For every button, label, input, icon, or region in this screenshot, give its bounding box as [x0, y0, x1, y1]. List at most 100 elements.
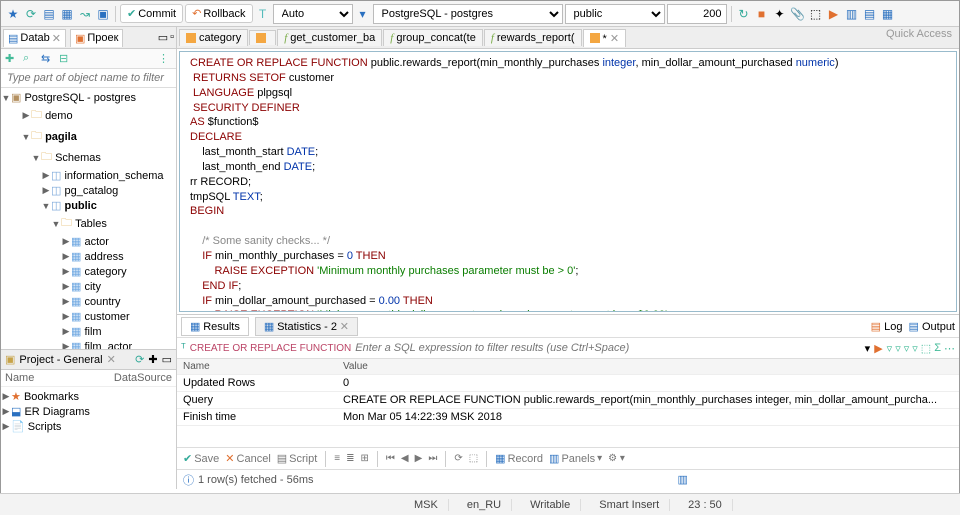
proj-refresh-icon[interactable]: ⟳ [135, 353, 144, 366]
tree-node[interactable]: ▶🗀 demo [1, 105, 176, 126]
results-filter-input[interactable] [355, 342, 860, 354]
ficon7[interactable]: ⋯ [944, 342, 955, 355]
tree-node[interactable]: ▼▣ PostgreSQL - postgres [1, 90, 176, 105]
editor-tab[interactable]: category [179, 29, 248, 46]
link-icon[interactable]: ↝ [77, 6, 93, 22]
editor-tab[interactable]: * ✕ [583, 29, 627, 47]
editor-tab[interactable] [249, 30, 276, 45]
tree-node[interactable]: ▶▦ address [1, 249, 176, 264]
chart-icon[interactable]: ▥ [678, 473, 688, 486]
collapse-icon[interactable]: ⊟ [59, 52, 73, 66]
ficon5[interactable]: ⬚ [921, 342, 931, 355]
tree-node[interactable]: ▼🗀 pagila [1, 126, 176, 147]
prev-page-icon[interactable]: ◀ [401, 453, 409, 464]
edit3-icon[interactable]: ⊞ [361, 453, 369, 464]
tree-node[interactable]: ▶▦ country [1, 294, 176, 309]
close-panel-icon[interactable]: ▫ [170, 31, 174, 44]
filter-icon[interactable]: ⌕ [23, 52, 37, 66]
sync-icon[interactable]: ⇆ [41, 52, 55, 66]
ficon6[interactable]: Σ [934, 342, 941, 355]
tree-node[interactable]: ▶▦ city [1, 279, 176, 294]
log-button[interactable]: ▤ Log [871, 320, 903, 333]
editor-tab[interactable]: fgroup_concat(te [383, 29, 483, 46]
expand-icon[interactable]: ⬚ [808, 6, 824, 22]
er-diagrams-node[interactable]: ▶⬓ ER Diagrams [1, 404, 176, 419]
txmode-select[interactable]: Auto [273, 4, 353, 24]
tree-node[interactable]: ▶◫ information_schema [1, 168, 176, 183]
col-name[interactable]: Name [177, 359, 337, 375]
sql-icon[interactable]: ▣ [95, 6, 111, 22]
table-row[interactable]: QueryCREATE OR REPLACE FUNCTION public.r… [177, 392, 959, 409]
gear-icon[interactable]: ⚙ ▾ [608, 453, 625, 464]
sql-editor[interactable]: CREATE OR REPLACE FUNCTION public.reward… [179, 51, 957, 312]
last-page-icon[interactable]: ⏭ [428, 453, 437, 464]
tree-filter-input[interactable] [1, 69, 176, 88]
scripts-node[interactable]: ▶📄 Scripts [1, 419, 176, 434]
edit2-icon[interactable]: ≣ [346, 453, 354, 464]
newconn-icon[interactable]: ✚ [5, 52, 19, 66]
tree-node[interactable]: ▶▦ actor [1, 234, 176, 249]
script-button[interactable]: ▤Script [277, 452, 318, 465]
cancel-button[interactable]: ✕Cancel [225, 452, 270, 465]
filter-history-icon[interactable]: ▾ [865, 342, 871, 355]
tree-node[interactable]: ▼◫ public [1, 198, 176, 213]
bookmarks-node[interactable]: ▶★ Bookmarks [1, 389, 176, 404]
first-page-icon[interactable]: ⏮ [386, 453, 395, 464]
layout3-icon[interactable]: ▦ [880, 6, 896, 22]
tree-node[interactable]: ▼🗀 Schemas [1, 147, 176, 168]
col-value[interactable]: Value [337, 359, 959, 375]
refresh-icon[interactable]: ⟳ [23, 6, 39, 22]
tree-node[interactable]: ▶▦ category [1, 264, 176, 279]
quick-access-link[interactable]: Quick Access [884, 26, 954, 42]
status-insert: Smart Insert [589, 499, 670, 511]
output-button[interactable]: ▤ Output [909, 320, 956, 333]
record-button[interactable]: ▦Record [495, 452, 543, 465]
proj-min-icon[interactable]: ▭ [162, 353, 172, 366]
tab-results[interactable]: ▦ Results [181, 317, 249, 336]
tab-database[interactable]: ▤Datab✕ [3, 29, 66, 47]
filter-clear-icon[interactable]: ▶ [874, 342, 882, 355]
table-row[interactable]: Finish timeMon Mar 05 14:22:39 MSK 2018 [177, 409, 959, 426]
commit-button[interactable]: ✔Commit [120, 4, 183, 23]
save-button[interactable]: ✔Save [183, 452, 219, 465]
filter-apply-icon[interactable]: ᵀ [181, 342, 186, 354]
table-row[interactable]: Updated Rows0 [177, 375, 959, 392]
menu-icon[interactable]: ⋮ [158, 52, 172, 66]
tree-node[interactable]: ▼🗀 Tables [1, 213, 176, 234]
tree-node[interactable]: ▶▦ customer [1, 309, 176, 324]
next-page-icon[interactable]: ▶ [415, 453, 423, 464]
tx-icon[interactable]: T [255, 6, 271, 22]
ficon1[interactable]: ▿ [887, 342, 893, 355]
export-icon[interactable]: ⬚ [469, 453, 478, 464]
panels-button[interactable]: ▥Panels ▾ [549, 452, 602, 465]
refresh-results-icon[interactable]: ⟳ [454, 453, 462, 464]
tab-projects[interactable]: ▣Проек [70, 29, 123, 47]
execute-icon[interactable]: ↻ [736, 6, 752, 22]
layout1-icon[interactable]: ▥ [844, 6, 860, 22]
bookmark-icon[interactable]: ★ [5, 6, 21, 22]
tab-statistics[interactable]: ▦ Statistics - 2 ✕ [255, 317, 358, 336]
grid-icon[interactable]: ▦ [59, 6, 75, 22]
layout2-icon[interactable]: ▤ [862, 6, 878, 22]
table-icon[interactable]: ▤ [41, 6, 57, 22]
ficon2[interactable]: ▿ [895, 342, 901, 355]
limit-input[interactable] [667, 4, 727, 24]
schema-select[interactable]: public [565, 4, 665, 24]
database-icon[interactable]: ▾ [355, 6, 371, 22]
datasource-select[interactable]: PostgreSQL - postgres [373, 4, 563, 24]
edit1-icon[interactable]: ≡ [334, 453, 340, 464]
tree-node[interactable]: ▶▦ film_actor [1, 339, 176, 349]
rollback-button[interactable]: ↶Rollback [185, 4, 252, 23]
ficon4[interactable]: ▿ [912, 342, 918, 355]
minimize-icon[interactable]: ▭ [158, 31, 168, 44]
stop-icon[interactable]: ■ [754, 6, 770, 22]
star-icon[interactable]: ✦ [772, 6, 788, 22]
attach-icon[interactable]: 📎 [790, 6, 806, 22]
ficon3[interactable]: ▿ [904, 342, 910, 355]
proj-config-icon[interactable]: ✚ [148, 353, 157, 366]
editor-tab[interactable]: frewards_report( [484, 29, 582, 46]
play-icon[interactable]: ▶ [826, 6, 842, 22]
tree-node[interactable]: ▶◫ pg_catalog [1, 183, 176, 198]
editor-tab[interactable]: fget_customer_ba [277, 29, 382, 46]
tree-node[interactable]: ▶▦ film [1, 324, 176, 339]
